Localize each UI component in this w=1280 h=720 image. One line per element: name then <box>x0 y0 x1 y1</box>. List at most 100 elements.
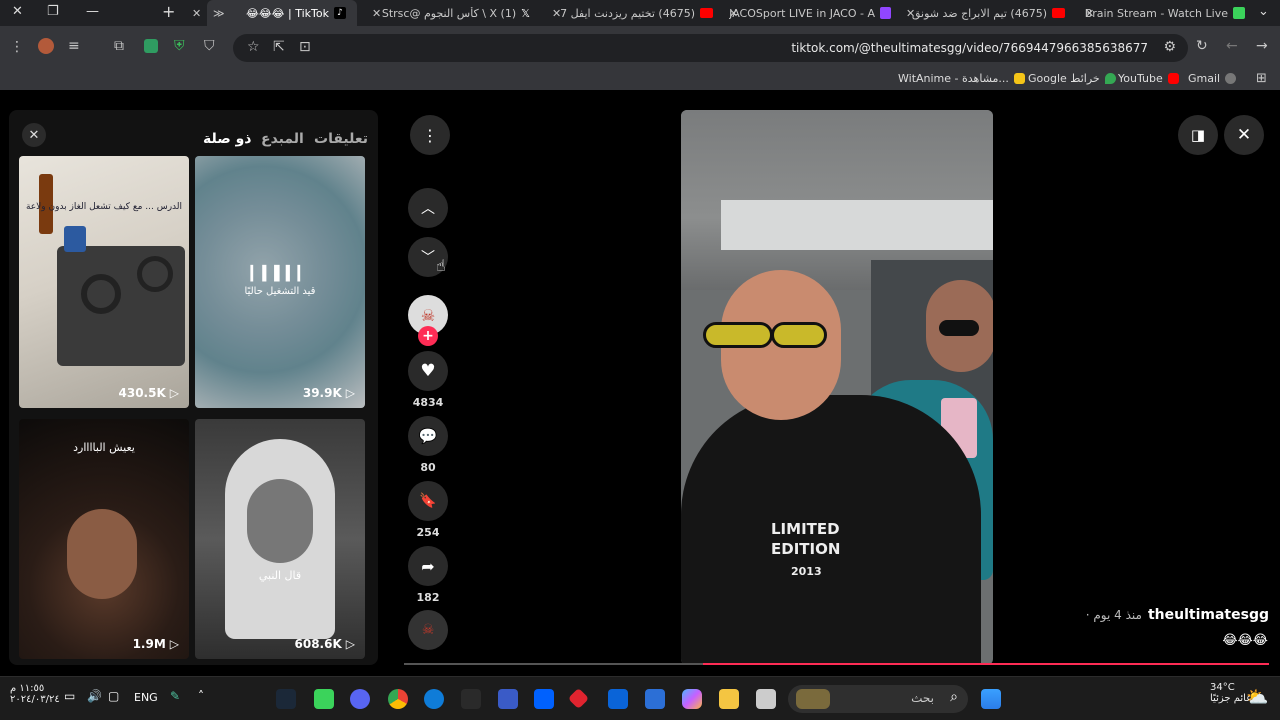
share-count: 182 <box>416 591 440 604</box>
video-thumbnail[interactable]: قال النبي 608.6K ▷ <box>195 419 365 659</box>
more-options-button[interactable]: ⋮ <box>410 115 450 155</box>
new-tab-icon[interactable]: + <box>162 2 175 21</box>
previous-video-button[interactable]: ︿ <box>408 188 448 228</box>
translate-icon[interactable]: ⊡ <box>299 39 311 55</box>
extension-icon[interactable] <box>144 39 158 53</box>
view-count: 608.6K ▷ <box>295 637 356 651</box>
forward-icon[interactable]: ← <box>1226 38 1238 54</box>
extensions-icon[interactable]: ⧉ <box>114 38 124 54</box>
tab-youtube-2[interactable]: (4675) تختيم ريزدنت ايفل 7 <box>553 0 718 26</box>
windows-start-icon[interactable] <box>981 689 1001 709</box>
apps-grid-icon[interactable]: ⊞ <box>1256 71 1267 86</box>
back-icon[interactable]: → <box>1256 38 1268 54</box>
copilot-icon[interactable] <box>682 689 702 709</box>
url-text[interactable]: tiktok.com/@theultimatesgg/video/7669447… <box>791 41 1148 55</box>
tab-youtube-1[interactable]: (4675) تيم الابراج ضد شونق <box>905 0 1070 26</box>
bookmark-gmail[interactable]: Gmail <box>1188 72 1237 85</box>
picture-in-picture-button[interactable]: ◨ <box>1178 115 1218 155</box>
avatar-logo-icon: ☠ <box>420 305 436 325</box>
share-button[interactable]: ➦ <box>408 546 448 586</box>
window-minimize-icon[interactable]: — <box>86 4 99 19</box>
window-close-icon[interactable]: ✕ <box>12 4 23 19</box>
play-icon: ▷ <box>169 637 179 651</box>
view-count-text: 608.6K <box>294 637 342 651</box>
app-icon[interactable] <box>756 689 776 709</box>
tab-close-icon[interactable]: ✕ <box>192 0 201 26</box>
chevron-up-icon[interactable]: ˄ <box>198 689 204 703</box>
tab-brain-stream[interactable]: Brain Stream - Watch Live <box>1080 0 1250 26</box>
close-panel-button[interactable]: ✕ <box>22 123 46 147</box>
clock[interactable]: ١١:٥٥ م ٢٠٢٤/٠٣/٢٤ <box>10 683 60 705</box>
dropbox-icon[interactable] <box>534 689 554 709</box>
author-username[interactable]: theultimatesgg <box>1148 607 1269 623</box>
music-disc-button[interactable]: ☠ <box>408 610 448 650</box>
steam-icon[interactable] <box>276 689 296 709</box>
share-icon[interactable]: ⇱ <box>273 39 285 55</box>
like-button[interactable]: ♥ <box>408 351 448 391</box>
address-bar[interactable]: ☆ ⇱ ⊡ tiktok.com/@theultimatesgg/video/7… <box>233 34 1188 62</box>
network-icon[interactable]: ▢ <box>108 689 119 703</box>
bookmark-google-maps[interactable]: Google خرائط <box>1028 72 1116 85</box>
tab-jaco[interactable]: JACOSport LIVE in JACO - A <box>728 0 896 26</box>
tab-creator[interactable]: المبدع <box>261 131 304 147</box>
chrome-icon[interactable] <box>388 689 408 709</box>
comment-icon: 💬 <box>418 427 438 445</box>
video-player[interactable]: LIMITED EDITION 2013 <box>681 110 993 665</box>
bookmark-witanime[interactable]: WitAnime - مشاهدة... <box>898 72 1025 85</box>
epic-games-icon[interactable] <box>461 689 481 709</box>
comment-button[interactable]: 💬 <box>408 416 448 456</box>
battery-icon[interactable]: ▭ <box>64 689 75 703</box>
language-indicator[interactable]: ENG <box>134 691 158 704</box>
save-button[interactable]: 🔖 <box>408 481 448 521</box>
store-icon[interactable] <box>645 689 665 709</box>
video-thumbnail-now-playing[interactable]: ▎▍▌▍▎ قيد التشغيل حاليًا 39.9K ▷ <box>195 156 365 408</box>
taskbar-search[interactable]: بحث ⌕ <box>788 685 968 713</box>
reading-list-icon[interactable]: ≡ <box>68 38 80 54</box>
shield-icon[interactable]: ⛉ <box>204 38 215 54</box>
app-icon[interactable] <box>567 687 590 710</box>
view-count: 39.9K ▷ <box>303 386 355 400</box>
tab-x-twitter[interactable]: 𝕏 (1) X \ كأس النجوم @Strsc <box>370 0 535 26</box>
tab-bar: ✕ ❐ — + ⌄ Brain Stream - Watch Live ✕ (4… <box>0 0 1280 26</box>
play-icon: ▷ <box>345 637 355 651</box>
follow-button[interactable]: + <box>418 326 438 346</box>
search-highlight-image <box>796 689 830 709</box>
tab-close-icon[interactable]: ✕ <box>729 0 738 26</box>
bookmark-label: Google خرائط <box>1028 72 1100 85</box>
bookmark-star-icon[interactable]: ☆ <box>247 39 260 55</box>
window-restore-icon[interactable]: ❐ <box>47 4 59 19</box>
profile-avatar[interactable] <box>38 38 54 54</box>
menu-icon[interactable]: ⋮ <box>10 39 24 55</box>
tab-close-icon[interactable]: ✕ <box>552 0 561 26</box>
sunglasses-image <box>939 320 979 336</box>
pen-icon[interactable]: ✎ <box>170 689 180 703</box>
edge-icon[interactable] <box>424 689 444 709</box>
view-count-text: 1.9M <box>132 637 166 651</box>
bookmark-youtube[interactable]: YouTube <box>1118 72 1179 85</box>
tab-close-icon[interactable]: ✕ <box>906 0 915 26</box>
discord-icon[interactable] <box>350 689 370 709</box>
volume-icon[interactable]: 🔊 <box>87 689 102 703</box>
bookmark-label: Gmail <box>1188 72 1221 85</box>
tab-title: Brain Stream - Watch Live <box>1084 6 1228 20</box>
tab-comments[interactable]: تعليقات <box>314 131 368 147</box>
witanime-icon <box>1013 73 1025 84</box>
reload-icon[interactable]: ↻ <box>1196 38 1208 54</box>
tab-tiktok-active[interactable]: ♪ TikTok | 😂😂😂 <box>207 0 357 26</box>
adblock-shield-icon[interactable]: ⛨ <box>174 38 185 54</box>
app-icon[interactable] <box>314 689 334 709</box>
tab-search-icon[interactable]: ⌄ <box>1258 4 1269 19</box>
tab-audio-icon[interactable]: ≪ <box>213 0 225 26</box>
tab-close-icon[interactable]: ✕ <box>372 0 381 26</box>
tab-related[interactable]: ذو صلة <box>203 131 252 147</box>
app-icon[interactable] <box>498 689 518 709</box>
video-thumbnail[interactable]: الدرس ... مع كيف تشعل الغاز بدون ولاعة 4… <box>19 156 189 408</box>
site-settings-icon[interactable]: ⚙ <box>1163 39 1176 55</box>
file-explorer-icon[interactable] <box>719 689 739 709</box>
tab-close-icon[interactable]: ✕ <box>1085 0 1094 26</box>
video-caption: يعيش الباااارد <box>73 441 135 454</box>
play-icon: ▷ <box>345 386 355 400</box>
close-video-button[interactable]: ✕ <box>1224 115 1264 155</box>
mail-icon[interactable] <box>608 689 628 709</box>
video-thumbnail[interactable]: يعيش الباااارد 1.9M ▷ <box>19 419 189 659</box>
